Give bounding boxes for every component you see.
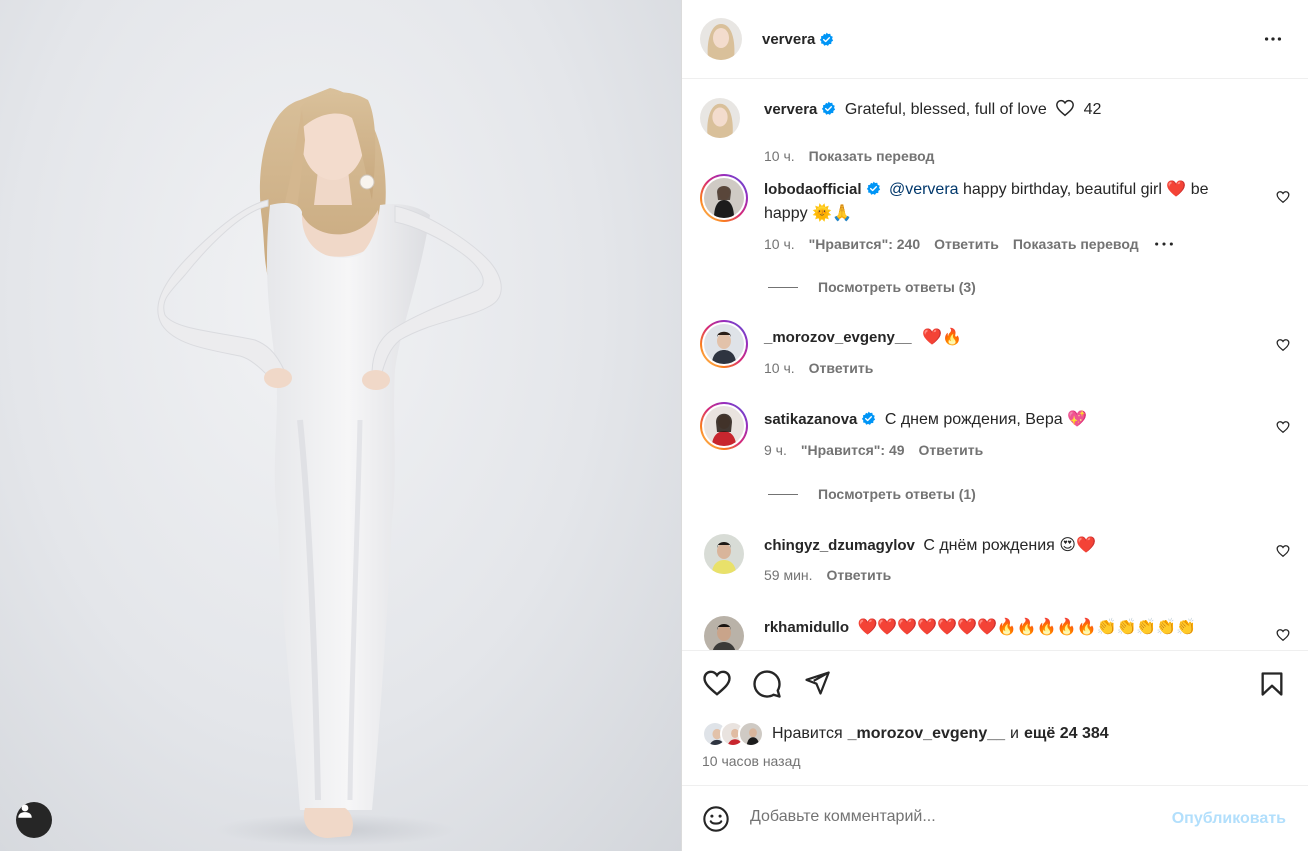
- comment-item: rkhamidullo ❤️❤️❤️❤️❤️❤️❤️🔥🔥🔥🔥🔥👏👏👏👏👏: [700, 614, 1290, 650]
- more-horizontal-icon: [1154, 242, 1173, 246]
- replies-divider: [768, 493, 798, 495]
- reply-button[interactable]: Ответить: [809, 360, 874, 376]
- commenter-avatar[interactable]: [700, 174, 748, 222]
- comment-text: ❤️🔥: [922, 329, 962, 346]
- commenter-username[interactable]: chingyz_dzumagylov: [764, 537, 915, 554]
- avatar-image: [704, 178, 744, 218]
- comment-item: satikazanova С днем рождения, Вера 💖 9 ч…: [700, 402, 1290, 512]
- like-comment-heart-icon[interactable]: [1276, 190, 1290, 204]
- avatar-image: [704, 616, 744, 650]
- bookmark-icon[interactable]: [1258, 669, 1286, 699]
- commenter-avatar[interactable]: [700, 402, 748, 450]
- emoji-smile-icon[interactable]: [702, 805, 730, 833]
- add-comment-box: Опубликовать: [682, 785, 1308, 851]
- more-options-button[interactable]: [1262, 28, 1284, 55]
- comment-item: chingyz_dzumagylov С днём рождения 😍❤️ 5…: [700, 530, 1290, 590]
- commenter-username[interactable]: rkhamidullo: [764, 619, 849, 636]
- verified-badge-icon: [822, 101, 836, 115]
- comment-icon[interactable]: [752, 669, 782, 699]
- like-comment-heart-icon[interactable]: [1276, 420, 1290, 434]
- verified-badge-icon: [866, 181, 880, 195]
- comment-text: ❤️❤️❤️❤️❤️❤️❤️🔥🔥🔥🔥🔥👏👏👏👏👏: [857, 619, 1197, 636]
- comment-item: lobodaofficial @ververa happy birthday, …: [700, 174, 1290, 295]
- view-replies-label: Посмотреть ответы (3): [818, 279, 976, 295]
- post-details-panel: ververa ververa Grateful, blessed, full …: [682, 0, 1308, 851]
- user-icon: [18, 804, 32, 818]
- like-comment-heart-icon[interactable]: [1276, 338, 1290, 352]
- commenter-username[interactable]: lobodaofficial: [764, 181, 862, 198]
- view-replies-button[interactable]: Посмотреть ответы (3): [768, 279, 976, 295]
- commenter-username[interactable]: _morozov_evgeny__: [764, 329, 912, 346]
- likes-summary: Нравится _morozov_evgeny__ и ещё 24 384: [702, 721, 1109, 747]
- reply-button[interactable]: Ответить: [919, 442, 984, 458]
- commenter-avatar[interactable]: [700, 320, 748, 368]
- caption-text: Grateful, blessed, full of love: [844, 101, 1047, 118]
- commenter-avatar[interactable]: [704, 616, 744, 650]
- caption-time: 10 ч.: [764, 148, 795, 164]
- view-replies-label: Посмотреть ответы (1): [818, 486, 976, 502]
- reply-button[interactable]: Ответить: [934, 236, 999, 252]
- comment-time: 10 ч.: [764, 360, 795, 376]
- post-photo[interactable]: [0, 0, 682, 851]
- avatar-image: [740, 723, 762, 745]
- avatar-image: [704, 406, 744, 446]
- avatar-image: [704, 534, 744, 574]
- replies-divider: [768, 286, 798, 288]
- view-replies-button[interactable]: Посмотреть ответы (1): [768, 486, 976, 502]
- woman-in-white-dress-image: [157, 88, 502, 846]
- send-icon[interactable]: [802, 669, 832, 697]
- caption-author[interactable]: ververa: [764, 101, 817, 118]
- author-avatar[interactable]: [700, 18, 742, 60]
- post-timestamp[interactable]: 10 часов назад: [702, 753, 801, 769]
- avatar-image: [704, 324, 744, 364]
- comment-time: 59 мин.: [764, 567, 813, 583]
- caption: ververa Grateful, blessed, full of love …: [700, 98, 1290, 168]
- commenter-avatar[interactable]: [704, 534, 744, 574]
- like-comment-heart-icon[interactable]: [1276, 628, 1290, 642]
- verified-badge-icon: [862, 411, 876, 425]
- verified-badge-icon: [820, 32, 834, 46]
- post-actions: Нравится _morozov_evgeny__ и ещё 24 384 …: [682, 650, 1308, 785]
- post-header: ververa: [682, 0, 1308, 79]
- comment-text: С днём рождения 😍❤️: [923, 537, 1096, 554]
- caption-heart-count: 42: [1083, 101, 1102, 118]
- publish-button[interactable]: Опубликовать: [1172, 810, 1286, 828]
- comment-likes-count[interactable]: "Нравится": 240: [809, 236, 920, 252]
- likers-avatars[interactable]: [702, 721, 764, 747]
- translate-link[interactable]: Показать перевод: [1013, 236, 1139, 252]
- comment-likes-count[interactable]: "Нравится": 49: [801, 442, 905, 458]
- comment-mention-link[interactable]: @ververa: [889, 181, 959, 198]
- avatar-image: [700, 18, 742, 60]
- tagged-users-button[interactable]: [16, 802, 52, 838]
- comment-item: _morozov_evgeny__ ❤️🔥 10 ч. Ответить: [700, 320, 1290, 380]
- more-horizontal-icon: [1264, 37, 1282, 41]
- caption-avatar[interactable]: [700, 98, 740, 138]
- comment-input[interactable]: [750, 808, 1150, 826]
- reply-button[interactable]: Ответить: [827, 567, 892, 583]
- commenter-username[interactable]: satikazanova: [764, 411, 857, 428]
- heart-outline-icon[interactable]: [702, 669, 732, 697]
- likes-others-link[interactable]: ещё 24 384: [1024, 725, 1109, 743]
- author-username[interactable]: ververa: [762, 31, 815, 48]
- comment-time: 9 ч.: [764, 442, 787, 458]
- caption-translate-link[interactable]: Показать перевод: [809, 148, 935, 164]
- like-comment-heart-icon[interactable]: [1276, 544, 1290, 558]
- likes-prefix: Нравится: [772, 725, 843, 742]
- liker-avatar: [738, 721, 764, 747]
- likes-joiner: и: [1010, 725, 1019, 742]
- comment-text: С днем рождения, Вера 💖: [884, 411, 1087, 428]
- comment-more-button[interactable]: [1153, 236, 1175, 252]
- comment-time: 10 ч.: [764, 236, 795, 252]
- avatar-image: [700, 98, 740, 138]
- likes-user-link[interactable]: _morozov_evgeny__: [848, 725, 1005, 743]
- heart-outline-icon: [1056, 99, 1075, 117]
- comments-list[interactable]: ververa Grateful, blessed, full of love …: [682, 80, 1308, 650]
